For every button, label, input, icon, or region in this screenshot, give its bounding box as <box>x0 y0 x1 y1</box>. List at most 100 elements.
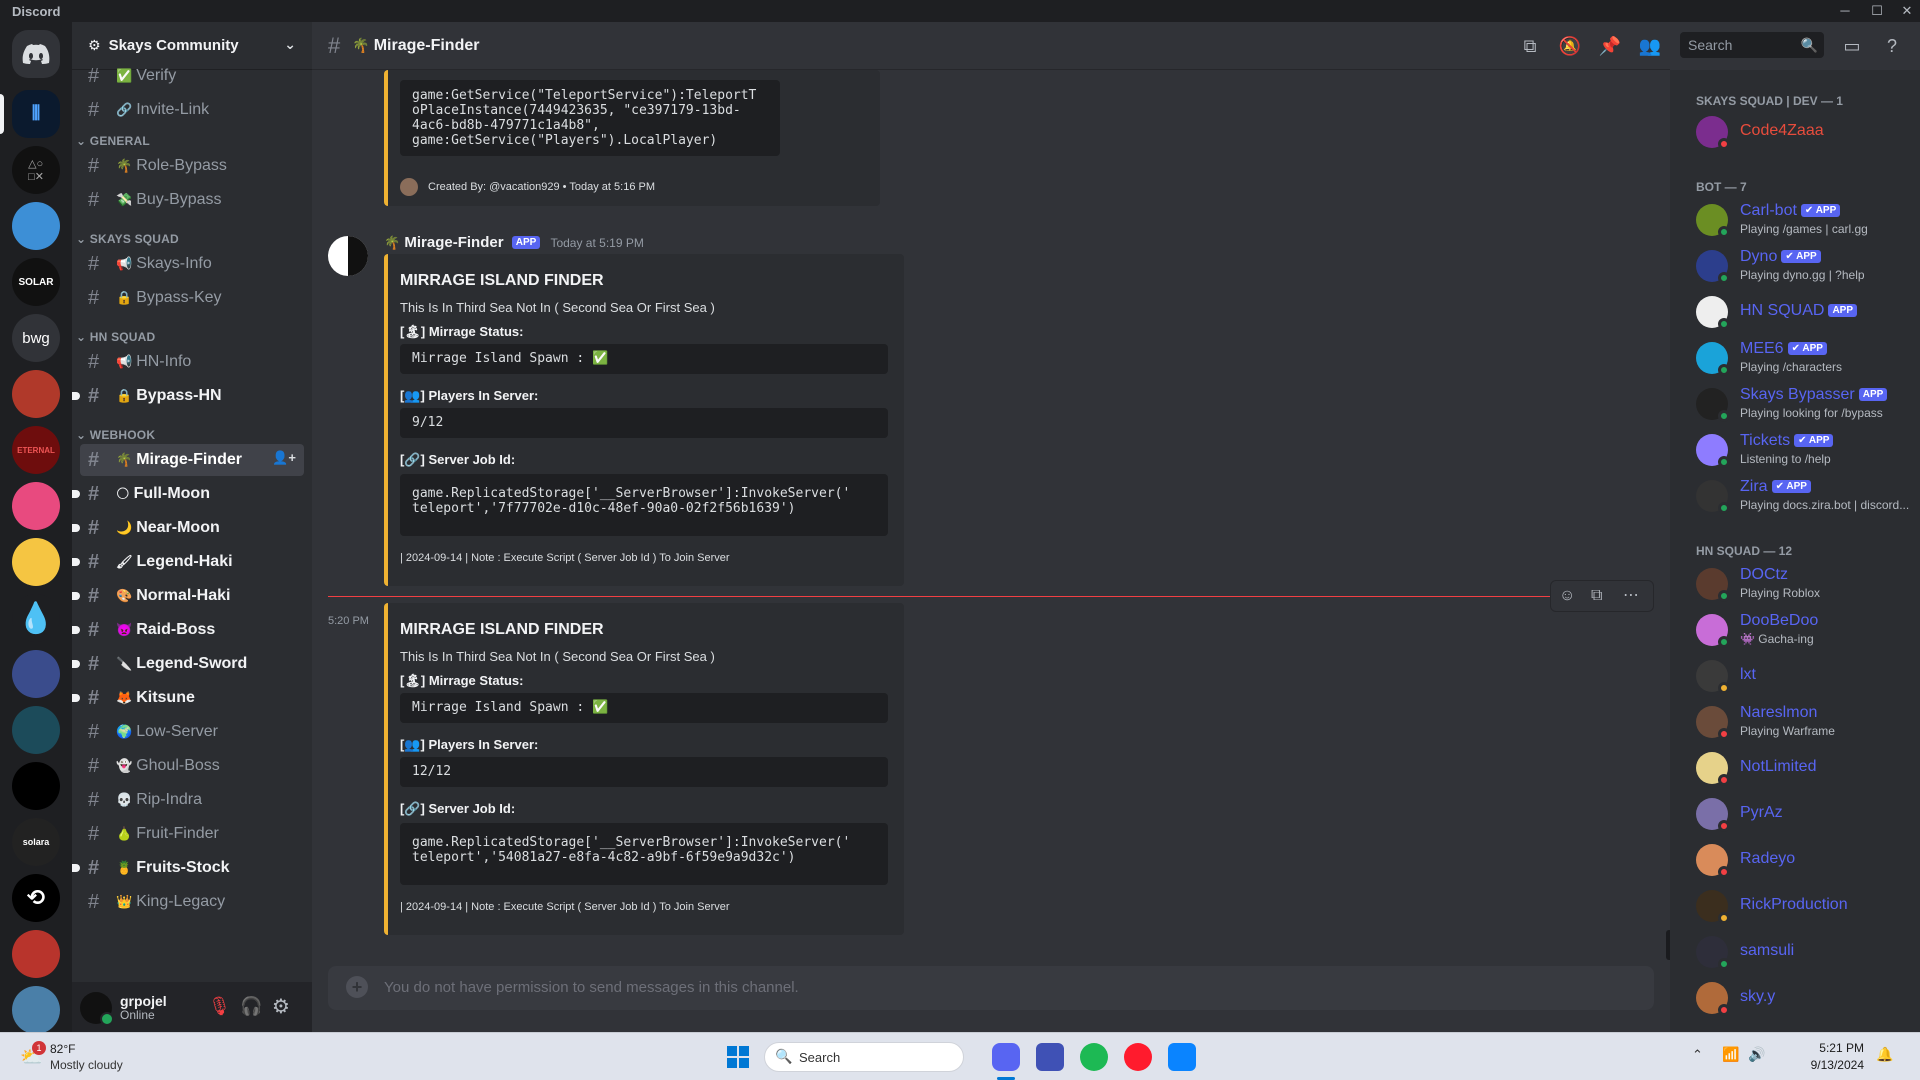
member-item[interactable]: Carl-bot ✔ APP Playing /games | carl.gg <box>1688 198 1914 242</box>
server-icon-blue[interactable] <box>12 202 60 250</box>
opera-icon[interactable] <box>1124 1043 1152 1071</box>
member-item[interactable]: DooBeDoo 👾 Gacha-ing <box>1688 608 1914 652</box>
notification-bell-icon[interactable]: 🔔 <box>1876 1046 1893 1063</box>
notification-mute-icon[interactable]: 🔕 <box>1558 34 1582 58</box>
member-item[interactable]: Code4Zaaa <box>1688 110 1914 154</box>
more-options-icon[interactable]: ⋯ <box>1623 585 1639 605</box>
member-item[interactable]: samsuli <box>1688 930 1914 974</box>
server-icon-drop[interactable]: 💧 <box>12 594 60 642</box>
member-item[interactable]: lxt <box>1688 654 1914 698</box>
member-item[interactable]: PyrAz <box>1688 792 1914 836</box>
server-icon-anime-2[interactable] <box>12 650 60 698</box>
maximize-icon[interactable]: ☐ <box>1862 0 1892 22</box>
code-block[interactable]: Mirrage Island Spawn : ✅ <box>400 693 888 723</box>
mic-muted-icon[interactable]: 🎙 <box>208 996 231 1017</box>
channel-verify[interactable]: # ✅ Verify <box>80 60 304 92</box>
code-block[interactable]: 12/12 <box>400 757 888 787</box>
server-icon-solar[interactable]: SOLAR <box>12 258 60 306</box>
server-icon-bwg[interactable]: bwg <box>12 314 60 362</box>
code-block[interactable]: Mirrage Island Spawn : ✅ <box>400 344 888 374</box>
channel-ghoul-boss[interactable]: # 👻 Ghoul-Boss <box>80 750 304 782</box>
member-item[interactable]: Tickets ✔ APP Listening to /help <box>1688 428 1914 472</box>
member-list-icon[interactable]: 👥 <box>1638 34 1662 58</box>
close-icon[interactable]: ✕ <box>1892 0 1920 22</box>
author-name[interactable]: Mirage-Finder <box>404 234 503 251</box>
category-skays-squad[interactable]: ⌄ SKAYS SQUAD <box>76 232 179 246</box>
message-composer[interactable]: + You do not have permission to send mes… <box>328 966 1654 1010</box>
author-avatar[interactable] <box>328 236 368 276</box>
discord-home-icon[interactable] <box>12 30 60 78</box>
member-item[interactable]: HN SQUAD APP <box>1688 290 1914 334</box>
server-icon-solara[interactable]: solara <box>12 818 60 866</box>
server-icon-anime[interactable] <box>12 370 60 418</box>
channel-king-legacy[interactable]: # 👑 King-Legacy <box>80 886 304 918</box>
channel-buy-bypass[interactable]: # 💸 Buy-Bypass <box>80 184 304 216</box>
clock-time[interactable]: 5:21 PM <box>1784 1041 1864 1055</box>
server-icon-teal[interactable] <box>12 706 60 754</box>
thread-icon[interactable]: ⧉ <box>1591 587 1602 605</box>
taskbar-search[interactable]: 🔍 Search <box>764 1042 964 1072</box>
chevron-up-icon[interactable]: ⌃ <box>1692 1047 1703 1063</box>
channel-fruit-finder[interactable]: # 🍐 Fruit-Finder <box>80 818 304 850</box>
server-icon-playstation[interactable]: △○ □✕ <box>12 146 60 194</box>
pin-icon[interactable]: 📌 <box>1598 34 1622 58</box>
member-item[interactable]: DOCtz Playing Roblox <box>1688 562 1914 606</box>
channel-kitsune[interactable]: # 🦊 Kitsune <box>72 682 304 714</box>
code-block[interactable]: game.ReplicatedStorage['__ServerBrowser'… <box>400 823 888 885</box>
member-item[interactable]: Nareslmon Playing Warframe <box>1688 700 1914 744</box>
member-item[interactable]: NotLimited <box>1688 746 1914 790</box>
clock-date[interactable]: 9/13/2024 <box>1784 1058 1864 1072</box>
add-attachment-icon[interactable]: + <box>346 976 368 998</box>
channel-bypass-key[interactable]: # 🔒 Bypass-Key <box>80 282 304 314</box>
search-input[interactable]: Search 🔍 <box>1680 32 1824 58</box>
code-block[interactable]: game:GetService("TeleportService"):Telep… <box>400 80 780 156</box>
channel-legend-haki[interactable]: # 🖌 Legend-Haki <box>72 546 304 578</box>
code-block[interactable]: game.ReplicatedStorage['__ServerBrowser'… <box>400 474 888 536</box>
server-icon-skays[interactable]: ⦀ <box>12 90 60 138</box>
channel-bypass-hn[interactable]: # 🔒 Bypass-HN <box>72 380 304 412</box>
minimize-icon[interactable]: ─ <box>1830 0 1860 22</box>
invite-icon[interactable]: 👤+ <box>272 450 296 466</box>
threads-icon[interactable]: ⧉ <box>1518 34 1542 58</box>
member-item[interactable]: Radeyo <box>1688 838 1914 882</box>
app-icon-messenger[interactable] <box>1168 1043 1196 1071</box>
code-block[interactable]: 9/12 <box>400 408 888 438</box>
member-item[interactable]: Dyno ✔ APP Playing dyno.gg | ?help <box>1688 244 1914 288</box>
server-icon-kuromi[interactable] <box>12 482 60 530</box>
server-icon-red[interactable] <box>12 930 60 978</box>
server-icon-swirl[interactable]: ⟲ <box>12 874 60 922</box>
server-icon-yellow[interactable] <box>12 538 60 586</box>
category-general[interactable]: ⌄ GENERAL <box>76 134 150 148</box>
chevron-down-icon[interactable]: ⌄ <box>284 36 296 53</box>
server-icon-dark[interactable] <box>12 762 60 810</box>
wifi-icon[interactable]: 📶 <box>1722 1046 1739 1063</box>
channel-mirage-finder[interactable]: # 🌴 Mirage-Finder 👤+ <box>80 444 304 476</box>
category-webhook[interactable]: ⌄ WEBHOOK <box>76 428 155 442</box>
member-item[interactable]: RickProduction <box>1688 884 1914 928</box>
discord-taskbar-icon[interactable] <box>992 1043 1020 1071</box>
channel-legend-sword[interactable]: # 🔪 Legend-Sword <box>72 648 304 680</box>
server-icon-eternal[interactable]: ETERNAL <box>12 426 60 474</box>
channel-full-moon[interactable]: # 🌕 Full-Moon <box>72 478 304 510</box>
member-item[interactable]: MEE6 ✔ APP Playing /characters <box>1688 336 1914 380</box>
help-icon[interactable]: ? <box>1880 34 1904 58</box>
channel-low-server[interactable]: # 🌍 Low-Server <box>80 716 304 748</box>
channel-skays-info[interactable]: # 📢 Skays-Info <box>80 248 304 280</box>
channel-near-moon[interactable]: # 🌙 Near-Moon <box>72 512 304 544</box>
server-icon-last[interactable] <box>12 986 60 1032</box>
member-item[interactable]: Zira ✔ APP Playing docs.zira.bot | discord… <box>1688 474 1914 518</box>
member-item[interactable]: sky.y <box>1688 976 1914 1020</box>
headphones-icon[interactable]: 🎧 <box>240 996 262 1017</box>
channel-role-bypass[interactable]: # 🌴 Role-Bypass <box>80 150 304 182</box>
channel-rip-indra[interactable]: # 💀 Rip-Indra <box>80 784 304 816</box>
volume-icon[interactable]: 🔊 <box>1748 1046 1765 1063</box>
channel-hn-info[interactable]: # 📢 HN-Info <box>80 346 304 378</box>
add-reaction-icon[interactable]: ☺ <box>1559 587 1575 605</box>
spotify-icon[interactable] <box>1080 1043 1108 1071</box>
app-icon-vpn[interactable] <box>1036 1043 1064 1071</box>
start-icon[interactable] <box>724 1043 752 1071</box>
category-hn-squad[interactable]: ⌄ HN SQUAD <box>76 330 155 344</box>
avatar[interactable] <box>80 992 114 1026</box>
channel-raid-boss[interactable]: # 👿 Raid-Boss <box>72 614 304 646</box>
channel-normal-haki[interactable]: # 🎨 Normal-Haki <box>72 580 304 612</box>
